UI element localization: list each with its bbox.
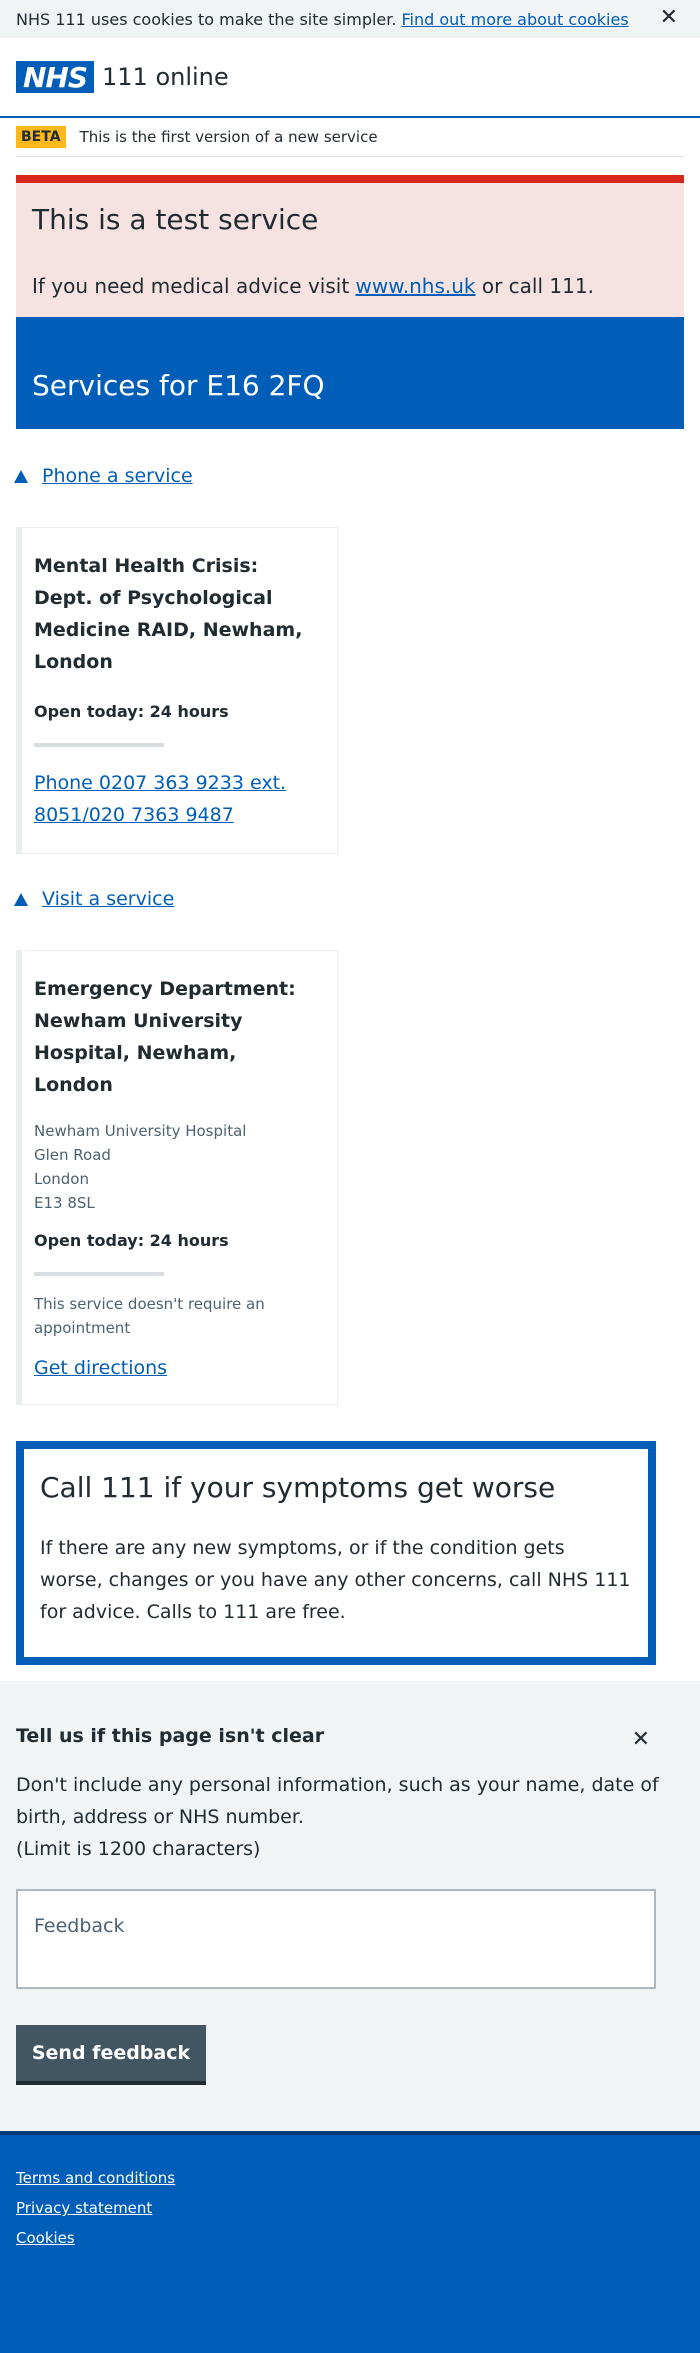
visit-section-link[interactable]: Visit a service: [42, 888, 174, 910]
footer-link-terms[interactable]: Terms and conditions: [16, 2169, 684, 2187]
close-icon[interactable]: ✕: [660, 7, 678, 29]
opening-times: Open today: 24 hours: [34, 1231, 229, 1250]
phase-banner: BETA This is the first version of a new …: [16, 118, 684, 157]
test-service-warning: This is a test service If you need medic…: [16, 175, 684, 317]
address-line: Glen Road: [34, 1146, 111, 1164]
send-feedback-button[interactable]: Send feedback: [16, 2025, 206, 2081]
cookie-message: NHS 111 uses cookies to make the site si…: [16, 9, 397, 29]
warning-text: If you need medical advice visit www.nhs…: [32, 274, 668, 298]
warning-text-after: or call 111.: [475, 274, 594, 298]
care-card-title: Call 111 if your symptoms get worse: [40, 1471, 556, 1504]
feedback-info: Don't include any personal information, …: [16, 1769, 684, 1865]
address-line: Newham University Hospital: [34, 1122, 247, 1140]
feedback-title: Tell us if this page isn't clear: [16, 1725, 325, 1747]
site-header: NHS 111 online: [0, 38, 700, 118]
triangle-up-icon[interactable]: [14, 469, 28, 483]
warning-title: This is a test service: [32, 203, 319, 236]
footer-link-privacy[interactable]: Privacy statement: [16, 2199, 684, 2217]
phone-section-toggle[interactable]: Phone a service: [14, 465, 684, 487]
warning-text-before: If you need medical advice visit: [32, 274, 356, 298]
divider: [34, 1272, 164, 1276]
appointment-note: This service doesn't require an appointm…: [34, 1295, 265, 1337]
visit-section-toggle[interactable]: Visit a service: [14, 888, 684, 910]
service-name-heading: Emergency Department: Newham University …: [34, 978, 296, 1096]
cookie-info-link[interactable]: Find out more about cookies: [401, 10, 628, 29]
nhs-website-link[interactable]: www.nhs.uk: [356, 274, 476, 298]
cookie-banner: NHS 111 uses cookies to make the site si…: [0, 0, 700, 38]
care-card-text: If there are any new symptoms, or if the…: [40, 1537, 631, 1623]
site-footer: Terms and conditions Privacy statement C…: [0, 2131, 700, 2353]
close-icon[interactable]: ✕: [632, 1727, 650, 1752]
call-111-care-card: Call 111 if your symptoms get worse If t…: [16, 1441, 656, 1665]
phase-text: This is the first version of a new servi…: [79, 128, 378, 146]
service-card-visit: Emergency Department: Newham University …: [16, 950, 338, 1405]
services-title: Services for E16 2FQ: [16, 317, 684, 429]
service-card-phone: Mental Health Crisis: Dept. of Psycholog…: [16, 527, 338, 854]
phone-section-link[interactable]: Phone a service: [42, 465, 193, 487]
divider: [34, 743, 164, 747]
get-directions-link[interactable]: Get directions: [34, 1357, 167, 1379]
opening-times: Open today: 24 hours: [34, 702, 229, 721]
feedback-input[interactable]: [16, 1889, 656, 1989]
service-name[interactable]: 111 online: [102, 63, 229, 91]
nhs-logo[interactable]: NHS: [16, 61, 94, 94]
service-name-heading: Mental Health Crisis: Dept. of Psycholog…: [34, 555, 303, 673]
beta-tag: BETA: [16, 126, 66, 148]
feedback-panel: Tell us if this page isn't clear ✕ Don't…: [0, 1681, 700, 2131]
phone-link[interactable]: Phone 0207 363 9233 ext. 8051/020 7363 9…: [34, 772, 286, 826]
address-line: London: [34, 1170, 89, 1188]
feedback-privacy-note: Don't include any personal information, …: [16, 1774, 659, 1828]
address-line: E13 8SL: [34, 1194, 95, 1212]
footer-link-cookies[interactable]: Cookies: [16, 2229, 684, 2247]
service-address: Newham University Hospital Glen Road Lon…: [34, 1119, 319, 1215]
feedback-limit: (Limit is 1200 characters): [16, 1838, 261, 1860]
triangle-up-icon[interactable]: [14, 892, 28, 906]
